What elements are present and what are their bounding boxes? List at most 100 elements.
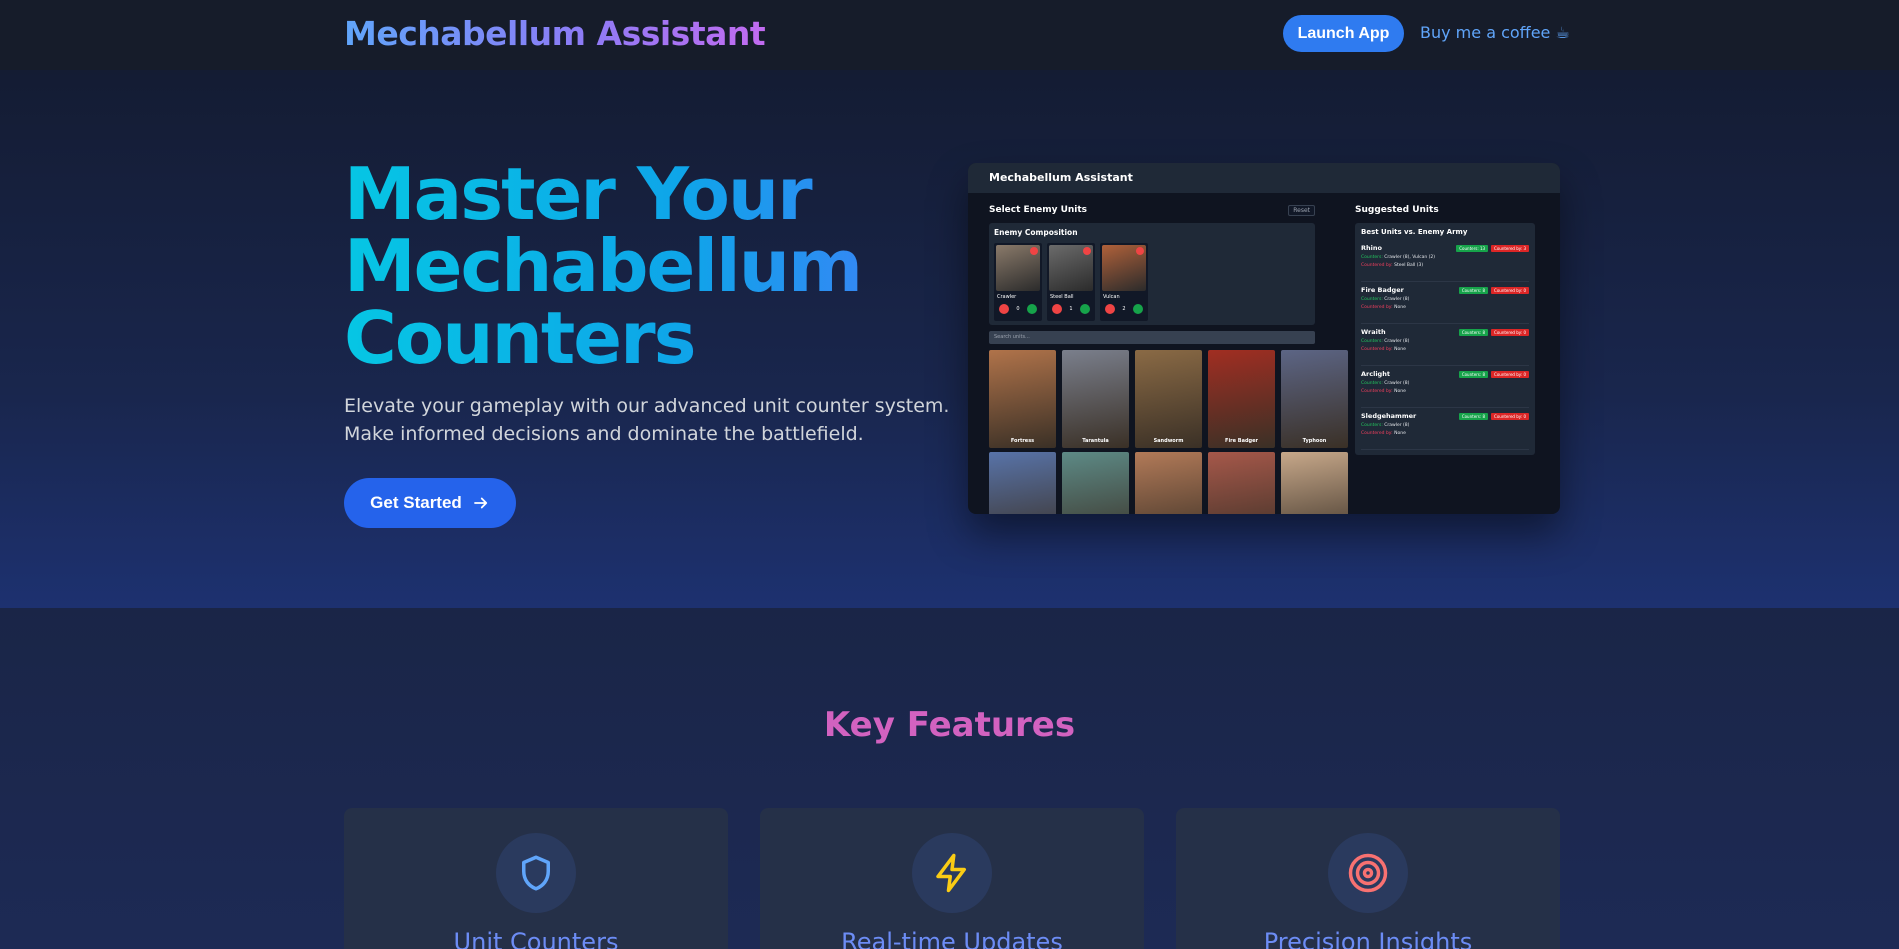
- countered-value: None: [1394, 431, 1406, 436]
- unit-card-name: Fire Badger: [1225, 438, 1258, 444]
- unit-card[interactable]: Fortress: [989, 350, 1056, 448]
- feature-card-realtime-updates: Real-time Updates: [760, 808, 1144, 949]
- lightning-icon: [936, 853, 966, 893]
- countered-badge: Countered by: 0: [1491, 286, 1529, 294]
- feature-card-unit-counters: Unit Counters: [344, 808, 728, 949]
- unit-grid: Fortress Tarantula Sandworm Fire Badger Typh…: [989, 350, 1348, 514]
- hero-title-line: Mechabellum: [344, 224, 862, 308]
- counters-prefix: Counters:: [1361, 339, 1383, 344]
- unit-card[interactable]: [1208, 452, 1275, 514]
- counters-prefix: Counters:: [1361, 381, 1383, 386]
- reset-button[interactable]: Reset: [1288, 204, 1315, 216]
- arrow-right-icon: [473, 497, 487, 509]
- suggestion-item: Rhino Counters: 13 Countered by: 3 Counters…: [1361, 240, 1529, 282]
- feature-icon-wrap: [912, 833, 992, 913]
- unit-card[interactable]: [1135, 452, 1202, 514]
- feature-title: Unit Counters: [453, 928, 619, 949]
- composition-unit[interactable]: Steel Ball 1: [1047, 243, 1095, 321]
- increment-button[interactable]: [1027, 304, 1037, 314]
- counters-prefix: Counters:: [1361, 255, 1383, 260]
- unit-card-name: Fortress: [1010, 438, 1035, 444]
- launch-app-button[interactable]: Launch App: [1283, 15, 1404, 52]
- countered-line: Countered by: None: [1361, 347, 1529, 352]
- hero-subtitle: Elevate your gameplay with our advanced …: [344, 392, 950, 448]
- remove-unit-icon[interactable]: [1083, 247, 1091, 255]
- preview-left-panel: Select Enemy Units Reset Enemy Compositi…: [989, 203, 1348, 514]
- get-started-button[interactable]: Get Started: [344, 478, 516, 528]
- countered-line: Countered by: None: [1361, 431, 1529, 436]
- countered-prefix: Countered by:: [1361, 389, 1393, 394]
- decrement-button[interactable]: [1105, 304, 1115, 314]
- unit-card[interactable]: Fire Badger: [1208, 350, 1275, 448]
- counters-badge: Counters: 8: [1458, 286, 1489, 294]
- unit-count: 1: [1069, 306, 1073, 312]
- hero-subtitle-line: Elevate your gameplay with our advanced …: [344, 395, 950, 417]
- features-title: Key Features: [823, 705, 1076, 745]
- unit-name: Steel Ball: [1050, 294, 1074, 300]
- hero-title-line: Master Your: [344, 152, 811, 236]
- suggestion-item: Arclight Counters: 8 Countered by: 0 Counte…: [1361, 366, 1529, 408]
- unit-card[interactable]: [1281, 452, 1348, 514]
- countered-prefix: Countered by:: [1361, 347, 1393, 352]
- counters-value: Crawler (8), Vulcan (2): [1384, 255, 1436, 260]
- unit-card[interactable]: Typhoon: [1281, 350, 1348, 448]
- unit-card-name: Typhoon: [1302, 438, 1327, 444]
- enemy-composition: Enemy Composition Crawler 0 Steel Ball 1 Vul…: [989, 223, 1315, 325]
- countered-prefix: Countered by:: [1361, 431, 1393, 436]
- suggestion-item: Wraith Counters: 8 Countered by: 0 Counters…: [1361, 324, 1529, 366]
- hero-section: [0, 70, 1899, 608]
- countered-value: None: [1394, 389, 1406, 394]
- increment-button[interactable]: [1133, 304, 1143, 314]
- buy-coffee-link[interactable]: Buy me a coffee ☕: [1420, 23, 1570, 42]
- counters-line: Counters: Crawler (8): [1361, 297, 1529, 302]
- unit-name: Crawler: [997, 294, 1017, 300]
- composition-unit[interactable]: Vulcan 2: [1100, 243, 1148, 321]
- preview-app-title: Mechabellum Assistant: [968, 163, 1560, 193]
- top-nav: Mechabellum Assistant Launch App Buy me …: [0, 0, 1899, 70]
- counters-badge: Counters: 8: [1458, 328, 1489, 336]
- hero-title: Master Your Mechabellum Counters: [344, 158, 904, 374]
- countered-line: Countered by: None: [1361, 305, 1529, 310]
- feature-title: Precision Insights: [1263, 928, 1473, 949]
- counters-prefix: Counters:: [1361, 297, 1383, 302]
- unit-card[interactable]: Sandworm: [1135, 350, 1202, 448]
- decrement-button[interactable]: [999, 304, 1009, 314]
- counters-line: Counters: Crawler (8): [1361, 423, 1529, 428]
- countered-badge: Countered by: 0: [1491, 370, 1529, 378]
- countered-prefix: Countered by:: [1361, 305, 1393, 310]
- unit-thumbnail: [1049, 245, 1093, 291]
- unit-card[interactable]: [1062, 452, 1129, 514]
- countered-value: None: [1394, 347, 1406, 352]
- countered-badge: Countered by: 0: [1491, 328, 1529, 336]
- select-enemy-label: Select Enemy Units: [989, 205, 1088, 215]
- unit-card[interactable]: Tarantula: [1062, 350, 1129, 448]
- target-icon: [1348, 853, 1388, 893]
- counters-line: Counters: Crawler (8): [1361, 381, 1529, 386]
- brand-logo[interactable]: Mechabellum Assistant: [344, 14, 766, 53]
- counters-value: Crawler (8): [1384, 339, 1410, 344]
- remove-unit-icon[interactable]: [1136, 247, 1144, 255]
- unit-card[interactable]: [989, 452, 1056, 514]
- unit-search-input[interactable]: Search units...: [989, 331, 1315, 344]
- preview-right-panel: Suggested Units Best Units vs. Enemy Arm…: [1355, 203, 1535, 455]
- remove-unit-icon[interactable]: [1030, 247, 1038, 255]
- counters-badge: Counters: 8: [1458, 412, 1489, 420]
- counters-value: Crawler (8): [1384, 381, 1410, 386]
- feature-icon-wrap: [496, 833, 576, 913]
- suggestion-item: Fire Badger Counters: 8 Countered by: 0 Cou…: [1361, 282, 1529, 324]
- countered-badge: Countered by: 0: [1491, 412, 1529, 420]
- suggestion-name: Fire Badger: [1361, 286, 1404, 294]
- counters-badge: Counters: 8: [1458, 370, 1489, 378]
- countered-value: None: [1394, 305, 1406, 310]
- shield-icon: [522, 855, 550, 891]
- counters-prefix: Counters:: [1361, 423, 1383, 428]
- composition-unit[interactable]: Crawler 0: [994, 243, 1042, 321]
- unit-thumbnail: [996, 245, 1040, 291]
- countered-value: Steel Ball (3): [1394, 263, 1424, 268]
- decrement-button[interactable]: [1052, 304, 1062, 314]
- hero-subtitle-line: Make informed decisions and dominate the…: [344, 423, 864, 445]
- hero-title-line: Counters: [344, 296, 695, 380]
- counters-badge: Counters: 13: [1456, 244, 1489, 252]
- feature-icon-wrap: [1328, 833, 1408, 913]
- increment-button[interactable]: [1080, 304, 1090, 314]
